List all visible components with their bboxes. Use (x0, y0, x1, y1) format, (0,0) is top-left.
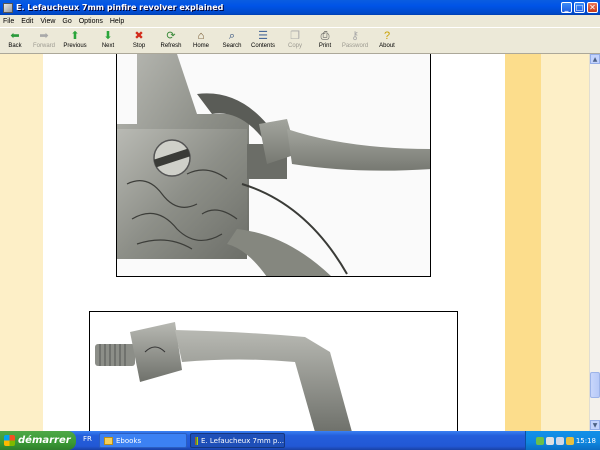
toolbar-label: Previous (63, 43, 87, 49)
toolbar-label: Next (101, 43, 115, 49)
system-tray: 15:18 (525, 431, 600, 450)
toolbar-copy-button: ❐ Copy (280, 30, 310, 49)
title-bar: E. Lefaucheux 7mm pinfire revolver expla… (0, 0, 600, 15)
key-icon: ⚷ (350, 30, 360, 42)
menu-help[interactable]: Help (110, 18, 124, 25)
toolbar-label: About (379, 43, 395, 49)
page-content[interactable] (0, 54, 589, 431)
toolbar-label: Password (341, 43, 369, 49)
toolbar-previous-button[interactable]: ⬆ Previous (60, 30, 90, 49)
taskbar: démarrer FR Ebooks E. Lefaucheux 7mm p..… (0, 431, 600, 450)
menu-file[interactable]: File (3, 18, 14, 25)
toolbar-refresh-button[interactable]: ⟳ Refresh (156, 30, 186, 49)
vertical-scrollbar[interactable]: ▲ ▼ (589, 54, 600, 431)
toolbar-label: Stop (132, 43, 146, 49)
right-margin-stripe (505, 54, 541, 431)
toolbar-back-button[interactable]: ⬅ Back (0, 30, 30, 49)
toolbar-label: Contents (250, 43, 275, 49)
toolbar-label: Back (8, 43, 22, 49)
menu-go[interactable]: Go (62, 18, 71, 25)
toolbar-search-button[interactable]: ⌕ Search (217, 30, 247, 49)
start-label: démarrer (18, 435, 71, 446)
toolbar-label: Refresh (160, 43, 182, 49)
language-indicator[interactable]: FR (83, 435, 92, 443)
toolbar-label: Copy (287, 43, 302, 49)
toolbar-about-button[interactable]: ? About (372, 30, 402, 49)
windows-logo-icon (4, 435, 15, 446)
start-button[interactable]: démarrer (0, 431, 76, 450)
contents-icon: ☰ (258, 30, 268, 42)
refresh-icon: ⟳ (166, 30, 176, 42)
toolbar-label: Print (318, 43, 332, 49)
toolbar-label: Search (222, 43, 242, 49)
scroll-down-arrow-icon[interactable]: ▼ (590, 420, 600, 430)
app-icon[interactable] (3, 2, 13, 13)
volume-icon[interactable] (555, 436, 564, 445)
right-edge-stripe (541, 54, 589, 431)
back-arrow-icon: ⬅ (10, 30, 20, 42)
scroll-thumb[interactable] (590, 372, 600, 398)
toolbar-label: Forward (32, 43, 55, 49)
messenger-icon[interactable] (565, 436, 574, 445)
window-title: E. Lefaucheux 7mm pinfire revolver expla… (16, 3, 224, 12)
copy-icon: ❐ (290, 30, 300, 42)
folder-icon (104, 436, 113, 445)
close-button[interactable]: ✕ (587, 2, 598, 13)
taskbar-item-ebook-window[interactable]: E. Lefaucheux 7mm p... (190, 433, 285, 448)
maximize-button[interactable]: □ (574, 2, 585, 13)
toolbar-contents-button[interactable]: ☰ Contents (248, 30, 278, 49)
taskbar-item-label: Ebooks (116, 436, 142, 445)
forward-arrow-icon: ➡ (39, 30, 49, 42)
scroll-up-arrow-icon[interactable]: ▲ (590, 54, 600, 64)
toolbar-forward-button: ➡ Forward (29, 30, 59, 49)
menu-bar: File Edit View Go Options Help (0, 15, 600, 27)
menu-view[interactable]: View (40, 18, 55, 25)
ebook-app-icon (195, 436, 199, 445)
menu-edit[interactable]: Edit (21, 18, 33, 25)
toolbar-password-button: ⚷ Password (340, 30, 370, 49)
toolbar-next-button[interactable]: ⬇ Next (93, 30, 123, 49)
question-icon: ? (383, 30, 391, 42)
clock[interactable]: 15:18 (576, 437, 596, 445)
home-icon: ⌂ (197, 30, 205, 42)
toolbar-label: Home (192, 43, 209, 49)
taskbar-item-label: E. Lefaucheux 7mm p... (201, 436, 284, 445)
toolbar: ⬅ Back ➡ Forward ⬆ Previous ⬇ Next ✖ Stop ⟳ Refresh… (0, 27, 600, 54)
minimize-button[interactable]: _ (561, 2, 572, 13)
printer-icon: ⎙ (320, 30, 330, 42)
toolbar-stop-button[interactable]: ✖ Stop (124, 30, 154, 49)
down-arrow-icon: ⬇ (103, 30, 113, 42)
toolbar-home-button[interactable]: ⌂ Home (186, 30, 216, 49)
taskbar-item-ebooks[interactable]: Ebooks (99, 433, 187, 448)
stop-icon: ✖ (134, 30, 144, 42)
menu-options[interactable]: Options (79, 18, 103, 25)
search-icon: ⌕ (228, 30, 236, 42)
shield-icon[interactable] (545, 436, 554, 445)
ejector-rod-photo (89, 311, 458, 431)
network-icon[interactable] (535, 436, 544, 445)
left-margin-stripe (0, 54, 43, 431)
toolbar-print-button[interactable]: ⎙ Print (310, 30, 340, 49)
up-arrow-icon: ⬆ (70, 30, 80, 42)
revolver-frame-photo (116, 54, 431, 277)
